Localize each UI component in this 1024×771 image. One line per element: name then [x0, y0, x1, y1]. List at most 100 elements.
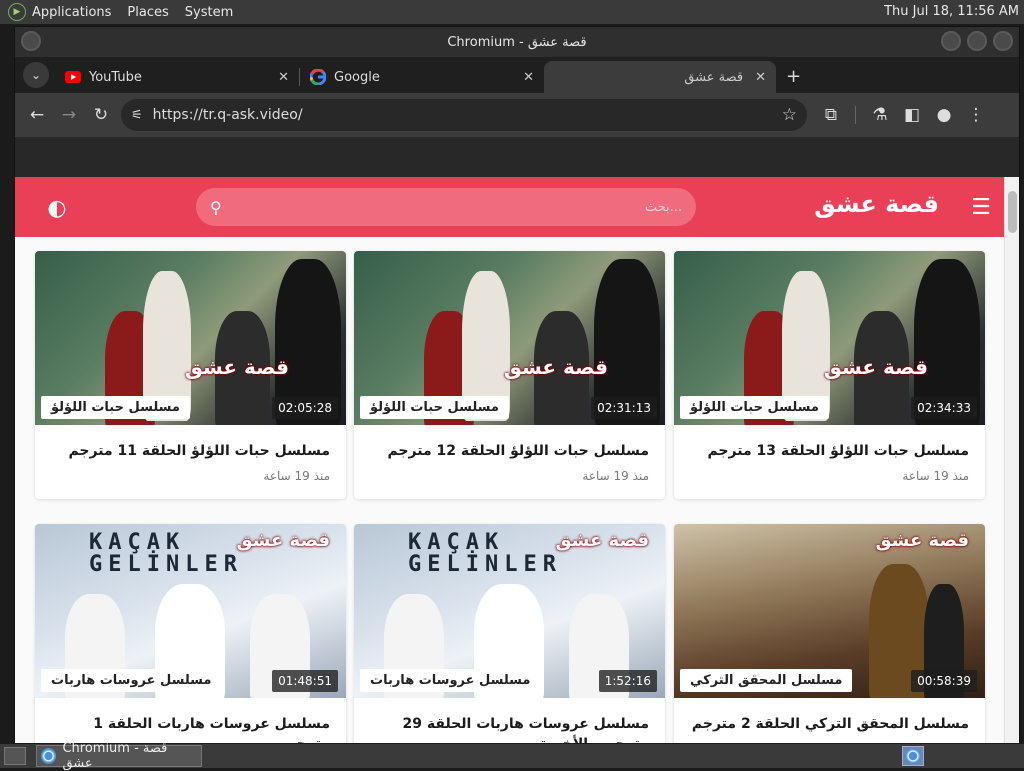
video-card[interactable]: قصة عشق 00:58:39 مسلسل المحقق التركي مسل…: [674, 524, 985, 743]
video-card[interactable]: قصة عشق 02:05:28 مسلسل حبات اللؤلؤ مسلسل…: [35, 251, 346, 499]
close-tab-icon[interactable]: ✕: [278, 70, 289, 85]
video-thumbnail[interactable]: KAÇAK GELİNLER قصة عشق 1:52:16 مسلسل عرو…: [354, 524, 665, 698]
video-title[interactable]: مسلسل حبات اللؤلؤ الحلقة 13 مترجم: [674, 425, 985, 461]
video-thumbnail[interactable]: قصة عشق 00:58:39 مسلسل المحقق التركي: [674, 524, 985, 698]
chromium-icon: [41, 748, 57, 764]
duration-badge: 00:58:39: [911, 670, 977, 692]
search-icon[interactable]: ⚲: [210, 198, 222, 217]
time-ago: منذ 19 ساعة: [263, 469, 330, 483]
taskbar-window-chromium[interactable]: Chromium - قصة عشق: [36, 741, 202, 771]
category-badge[interactable]: مسلسل عروسات هاربات: [360, 669, 541, 692]
places-menu[interactable]: Places: [127, 5, 168, 20]
new-tab-button[interactable]: +: [786, 66, 801, 87]
profile-icon[interactable]: ●: [928, 99, 960, 131]
toolbar-spacer: [15, 137, 1019, 177]
tab-qissat-ishq[interactable]: قصة عشق ✕: [544, 61, 776, 93]
bookmark-star-icon[interactable]: ☆: [782, 105, 797, 125]
duration-badge: 02:34:33: [911, 397, 977, 419]
forward-button[interactable]: →: [53, 99, 85, 131]
address-bar[interactable]: ⚟ https://tr.q-ask.video/ ☆: [121, 99, 807, 131]
category-badge[interactable]: مسلسل المحقق التركي: [680, 669, 853, 692]
category-badge[interactable]: مسلسل حبات اللؤلؤ: [41, 396, 190, 419]
applications-menu[interactable]: Applications: [32, 5, 111, 20]
browser-window: Chromium - قصة عشق ⌄ YouTube ✕ Google ✕ …: [14, 26, 1020, 743]
scrollbar-thumb[interactable]: [1008, 191, 1017, 233]
watermark-logo: قصة عشق: [875, 530, 969, 551]
show-desktop-button[interactable]: [4, 747, 26, 765]
tab-google[interactable]: Google ✕: [300, 61, 544, 93]
time-ago: منذ 19 ساعة: [582, 469, 649, 483]
watermark-logo: قصة عشق: [824, 355, 928, 379]
chevron-down-icon: ⌄: [30, 68, 42, 82]
hamburger-menu-icon[interactable]: ☰: [971, 195, 991, 220]
video-thumbnail[interactable]: قصة عشق 02:05:28 مسلسل حبات اللؤلؤ: [35, 251, 346, 425]
watermark-logo: قصة عشق: [236, 530, 330, 551]
site-header: ◐ ⚲ قصة عشق ☰: [15, 177, 1019, 237]
url-text: https://tr.q-ask.video/: [152, 107, 303, 123]
youtube-icon: [65, 69, 81, 85]
back-button[interactable]: ←: [21, 99, 53, 131]
reload-button[interactable]: ↻: [85, 99, 117, 131]
window-title: Chromium - قصة عشق: [447, 34, 587, 50]
tab-youtube[interactable]: YouTube ✕: [55, 61, 299, 93]
category-badge[interactable]: مسلسل حبات اللؤلؤ: [360, 396, 509, 419]
category-badge[interactable]: مسلسل حبات اللؤلؤ: [680, 396, 829, 419]
theme-toggle-icon[interactable]: ◐: [43, 194, 71, 222]
side-panel-icon[interactable]: ◧: [896, 99, 928, 131]
toolbar-divider: [855, 106, 856, 124]
watermark-logo: قصة عشق: [504, 355, 608, 379]
tab-title: YouTube: [89, 69, 142, 85]
clock[interactable]: Thu Jul 18, 11:56 AM: [884, 4, 1019, 19]
tab-title: Google: [334, 69, 380, 85]
page-scrollbar[interactable]: [1004, 177, 1019, 743]
time-ago: منذ 19 ساعة: [902, 469, 969, 483]
close-window-icon[interactable]: [993, 31, 1013, 51]
duration-badge: 1:52:16: [598, 670, 657, 692]
video-thumbnail[interactable]: قصة عشق 02:31:13 مسلسل حبات اللؤلؤ: [354, 251, 665, 425]
workspace-switcher[interactable]: [902, 746, 924, 766]
duration-badge: 01:48:51: [272, 670, 338, 692]
video-thumbnail[interactable]: قصة عشق 02:34:33 مسلسل حبات اللؤلؤ: [674, 251, 985, 425]
video-thumbnail[interactable]: KAÇAK GELİNLER قصة عشق 01:48:51 مسلسل عر…: [35, 524, 346, 698]
duration-badge: 02:31:13: [591, 397, 657, 419]
extensions-icon[interactable]: ⧉: [815, 99, 847, 131]
video-title[interactable]: مسلسل المحقق التركي الحلقة 2 مترجم: [674, 698, 985, 734]
tab-title: قصة عشق: [684, 69, 744, 85]
maximize-icon[interactable]: [967, 31, 987, 51]
browser-toolbar: ← → ↻ ⚟ https://tr.q-ask.video/ ☆ ⧉ ⚗ ◧ …: [15, 93, 1019, 137]
tab-search-button[interactable]: ⌄: [23, 62, 49, 88]
watermark-logo: قصة عشق: [185, 355, 289, 379]
gnome-foot-icon[interactable]: ▶: [8, 3, 26, 21]
tab-strip: ⌄ YouTube ✕ Google ✕ قصة عشق ✕ +: [15, 57, 1019, 93]
close-tab-icon[interactable]: ✕: [755, 70, 766, 85]
site-search[interactable]: ⚲: [196, 188, 696, 226]
category-badge[interactable]: مسلسل عروسات هاربات: [41, 669, 222, 692]
video-title[interactable]: مسلسل حبات اللؤلؤ الحلقة 11 مترجم: [35, 425, 346, 461]
bottom-taskbar: Chromium - قصة عشق: [0, 741, 1024, 771]
window-menu-icon[interactable]: [21, 31, 41, 51]
window-titlebar[interactable]: Chromium - قصة عشق: [15, 27, 1019, 57]
chromium-icon: [905, 748, 921, 764]
site-info-icon[interactable]: ⚟: [131, 108, 143, 123]
video-card[interactable]: KAÇAK GELİNLER قصة عشق 01:48:51 مسلسل عر…: [35, 524, 346, 743]
time-ago: [674, 734, 985, 742]
close-tab-icon[interactable]: ✕: [523, 70, 534, 85]
video-card[interactable]: قصة عشق 02:31:13 مسلسل حبات اللؤلؤ مسلسل…: [354, 251, 665, 499]
system-menu[interactable]: System: [185, 5, 233, 20]
video-title[interactable]: مسلسل حبات اللؤلؤ الحلقة 12 مترجم: [354, 425, 665, 461]
video-title[interactable]: مسلسل عروسات هاربات الحلقة 1 مترجم: [35, 698, 346, 743]
watermark-logo: قصة عشق: [555, 530, 649, 551]
site-logo[interactable]: قصة عشق: [814, 190, 939, 218]
more-menu-icon[interactable]: ⋮: [960, 99, 992, 131]
video-title[interactable]: مسلسل عروسات هاربات الحلقة 29 مترجم – ال…: [354, 698, 665, 743]
search-input[interactable]: [227, 199, 682, 215]
duration-badge: 02:05:28: [272, 397, 338, 419]
web-content: ◐ ⚲ قصة عشق ☰ قصة عشق 02:34:33 مسلسل حبا…: [15, 177, 1019, 743]
minimize-icon[interactable]: [941, 31, 961, 51]
labs-flask-icon[interactable]: ⚗: [864, 99, 896, 131]
google-icon: [310, 69, 326, 85]
system-top-panel: ▶ Applications Places System Thu Jul 18,…: [0, 0, 1024, 24]
video-card[interactable]: قصة عشق 02:34:33 مسلسل حبات اللؤلؤ مسلسل…: [674, 251, 985, 499]
taskbar-window-label: Chromium - قصة عشق: [62, 741, 168, 771]
video-card[interactable]: KAÇAK GELİNLER قصة عشق 1:52:16 مسلسل عرو…: [354, 524, 665, 743]
